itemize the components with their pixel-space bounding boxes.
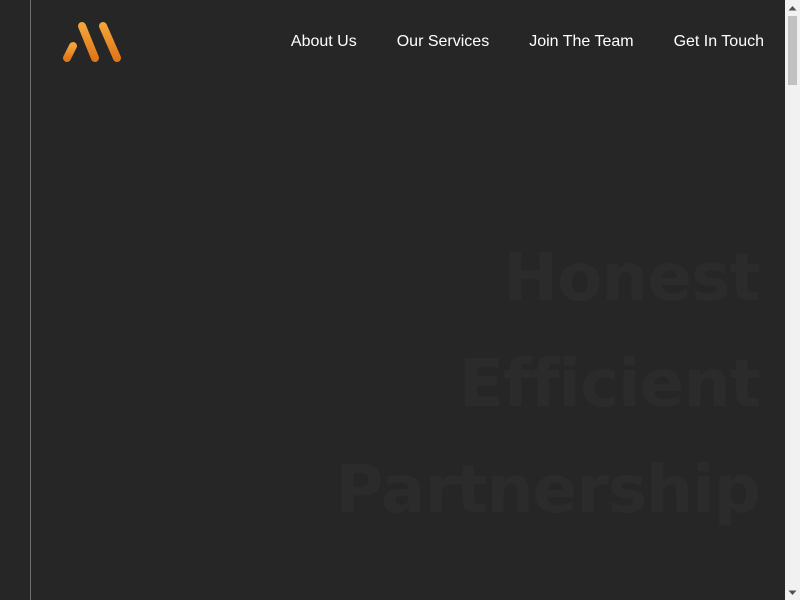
nav-about-us[interactable]: About Us bbox=[291, 30, 357, 54]
brand-logo-icon bbox=[63, 22, 121, 62]
brand-logo[interactable] bbox=[59, 18, 127, 68]
page: About Us Our Services Join The Team Get … bbox=[0, 0, 800, 600]
left-divider-line bbox=[30, 0, 31, 600]
hero-heading: Honest Efficient Partnership bbox=[335, 225, 761, 543]
nav-get-in-touch[interactable]: Get In Touch bbox=[674, 30, 764, 54]
nav-join-the-team[interactable]: Join The Team bbox=[529, 30, 633, 54]
hero-line-efficient: Efficient bbox=[458, 345, 761, 422]
vertical-scrollbar[interactable] bbox=[785, 0, 800, 600]
scrollbar-thumb[interactable] bbox=[788, 16, 797, 85]
hero-line-partnership: Partnership bbox=[335, 451, 761, 528]
scroll-down-arrow-icon[interactable] bbox=[785, 585, 800, 600]
scroll-up-arrow-icon[interactable] bbox=[785, 0, 800, 15]
hero-line-honest: Honest bbox=[502, 239, 761, 316]
nav-our-services[interactable]: Our Services bbox=[397, 30, 489, 54]
main-nav: About Us Our Services Join The Team Get … bbox=[250, 30, 764, 54]
